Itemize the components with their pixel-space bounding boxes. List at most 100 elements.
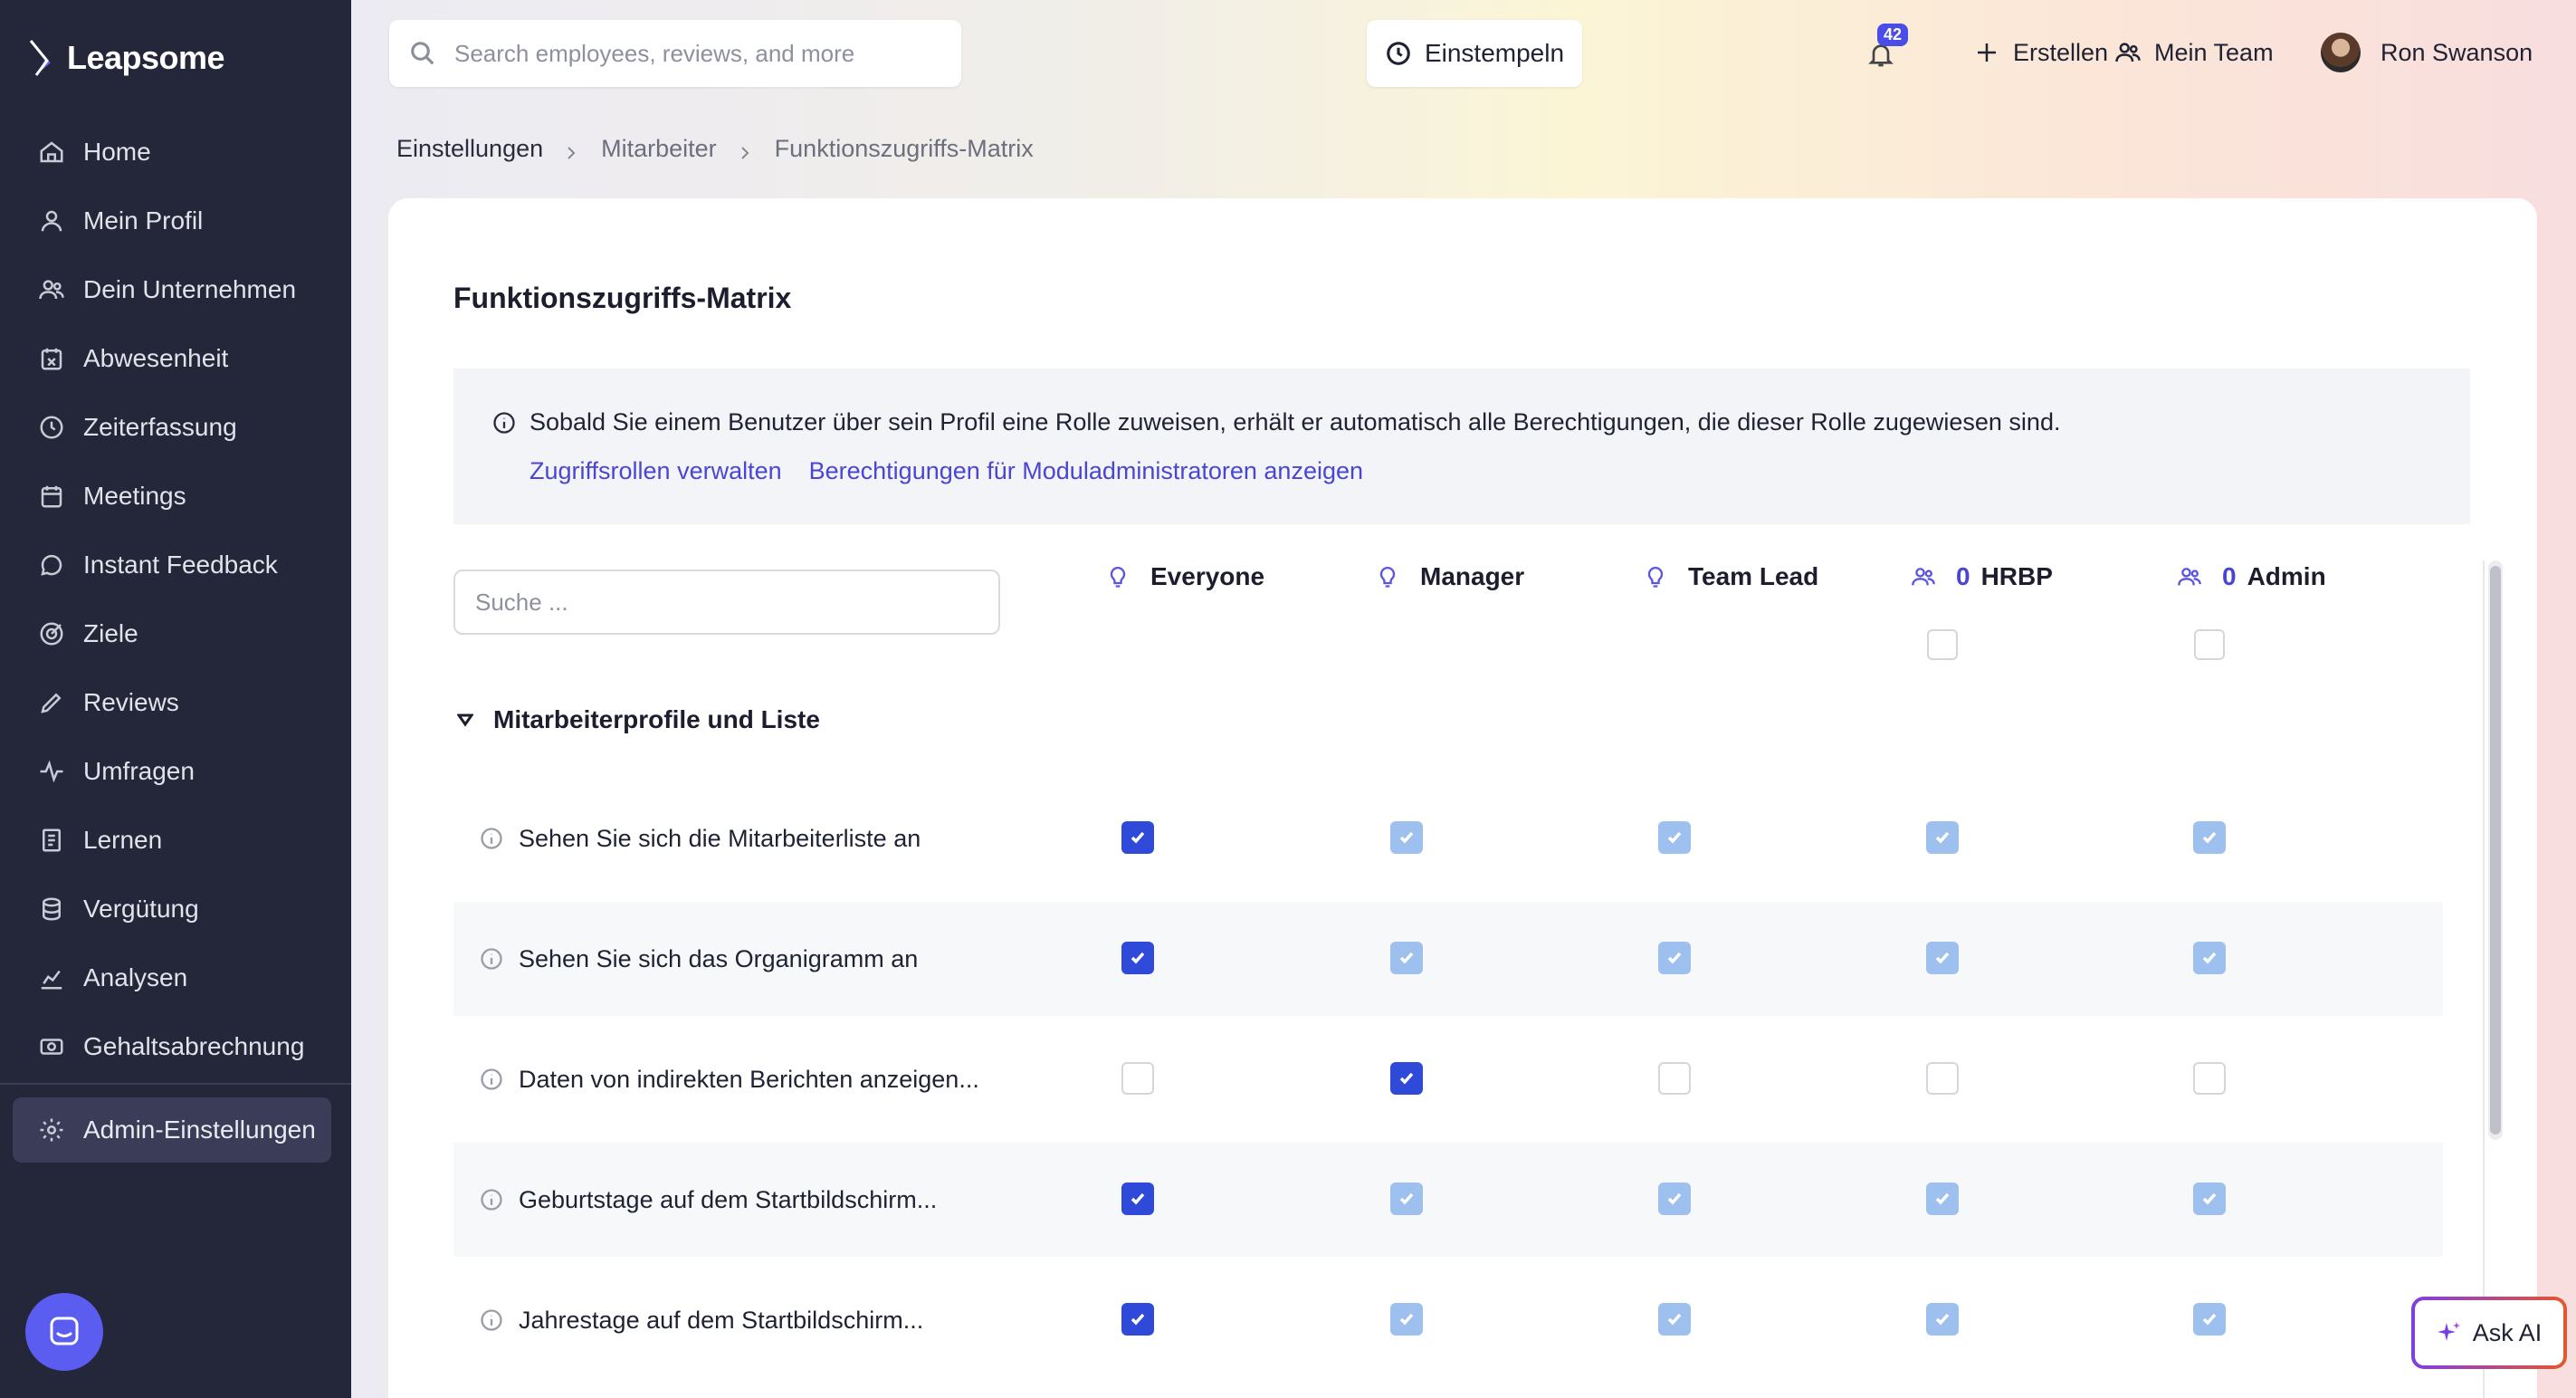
create-button[interactable]: Erstellen — [1973, 33, 2108, 72]
info-links: Zugriffsrollen verwalten Berechtigungen … — [530, 457, 1390, 485]
sidebar-item-label: Analysen — [83, 963, 188, 991]
sidebar-item-verg-tung[interactable]: Vergütung — [0, 875, 351, 943]
select-all-checkbox[interactable] — [1927, 629, 1958, 660]
permission-checkbox-team-lead[interactable] — [1658, 1303, 1691, 1336]
permission-checkbox-hrbp[interactable] — [1926, 1062, 1959, 1095]
permission-checkbox-hrbp[interactable] — [1926, 942, 1959, 974]
select-all-checkbox[interactable] — [2194, 629, 2225, 660]
column-name: HRBP — [1980, 562, 2053, 590]
sidebar-item-label: Vergütung — [83, 895, 199, 923]
my-team-button[interactable]: Mein Team — [2114, 33, 2274, 72]
module-admin-permissions-link[interactable]: Berechtigungen für Moduladministratoren … — [809, 457, 1363, 485]
info-icon[interactable] — [479, 1187, 504, 1212]
sidebar-item-meetings[interactable]: Meetings — [0, 462, 351, 531]
sidebar-item-admin-settings[interactable]: Admin-Einstellungen — [13, 1097, 331, 1163]
column-name: Manager — [1420, 562, 1525, 590]
global-search-input[interactable] — [454, 39, 961, 68]
calendar-icon — [36, 481, 67, 512]
permission-checkbox-hrbp[interactable] — [1926, 1183, 1959, 1215]
sidebar-item-zeiterfassung[interactable]: Zeiterfassung — [0, 393, 351, 462]
ask-ai-label: Ask AI — [2472, 1318, 2543, 1346]
matrix-search[interactable] — [453, 570, 1000, 635]
permission-checkbox-team-lead[interactable] — [1658, 1062, 1691, 1095]
chat-icon — [36, 550, 67, 580]
column-header-team-lead: Team Lead — [1643, 559, 1818, 595]
permission-checkbox-admin[interactable] — [2193, 1062, 2226, 1095]
info-icon[interactable] — [479, 1307, 504, 1333]
permission-checkbox-hrbp[interactable] — [1926, 1303, 1959, 1336]
manage-roles-link[interactable]: Zugriffsrollen verwalten — [530, 457, 782, 485]
leapsome-logo[interactable]: Leapsome — [27, 34, 225, 81]
notifications-badge: 42 — [1877, 24, 1909, 46]
sidebar-item-lernen[interactable]: Lernen — [0, 806, 351, 875]
pulse-icon — [36, 756, 67, 787]
clock-in-button[interactable]: Einstempeln — [1367, 20, 1582, 87]
matrix-card: Funktionszugriffs-Matrix Sobald Sie eine… — [388, 198, 2537, 1398]
table-row: Sehen Sie sich die Mitarbeiterliste an — [453, 781, 2443, 895]
permission-checkbox-everyone[interactable] — [1121, 1303, 1154, 1336]
main-area: Einstempeln 42 Erstellen Mein Team Ron S… — [351, 0, 2576, 1398]
pencil-icon — [36, 687, 67, 718]
sidebar-item-label: Reviews — [83, 688, 179, 716]
permission-checkbox-everyone[interactable] — [1121, 821, 1154, 854]
permission-checkbox-everyone[interactable] — [1121, 1062, 1154, 1095]
permission-text: Sehen Sie sich die Mitarbeiterliste an — [519, 824, 921, 852]
permission-checkbox-manager[interactable] — [1390, 1303, 1423, 1336]
sidebar-item-abwesenheit[interactable]: Abwesenheit — [0, 324, 351, 393]
permission-text: Sehen Sie sich das Organigramm an — [519, 944, 919, 972]
permission-checkbox-team-lead[interactable] — [1658, 942, 1691, 974]
breadcrumb-settings[interactable]: Einstellungen — [396, 135, 543, 163]
permission-checkbox-admin[interactable] — [2193, 1183, 2226, 1215]
info-icon[interactable] — [479, 1067, 504, 1092]
sidebar-item-dein-unternehmen[interactable]: Dein Unternehmen — [0, 255, 351, 324]
scrollbar-thumb[interactable] — [2490, 566, 2501, 1135]
permission-checkbox-manager[interactable] — [1390, 1062, 1423, 1095]
sidebar-item-mein-profil[interactable]: Mein Profil — [0, 187, 351, 255]
info-icon[interactable] — [479, 946, 504, 972]
permission-checkbox-admin[interactable] — [2193, 1303, 2226, 1336]
notifications-button[interactable]: 42 — [1861, 24, 1909, 72]
matrix-search-input[interactable] — [475, 588, 982, 617]
group-header-employee-profiles[interactable]: Mitarbeiterprofile und Liste — [453, 705, 820, 734]
clock-icon — [36, 412, 67, 443]
user-menu[interactable]: Ron Swanson — [2321, 33, 2533, 72]
permission-checkbox-manager[interactable] — [1390, 942, 1423, 974]
sidebar-item-instant-feedback[interactable]: Instant Feedback — [0, 531, 351, 599]
create-label: Erstellen — [2013, 38, 2109, 66]
bulb-icon — [1643, 564, 1688, 589]
leapsome-logo-icon — [29, 40, 51, 76]
permission-checkbox-manager[interactable] — [1390, 1183, 1423, 1215]
brand-name: Leapsome — [67, 39, 225, 76]
sidebar-item-analysen[interactable]: Analysen — [0, 943, 351, 1012]
users-icon — [2177, 564, 2222, 589]
permission-checkbox-hrbp[interactable] — [1926, 821, 1959, 854]
permission-checkbox-admin[interactable] — [2193, 942, 2226, 974]
sidebar-item-umfragen[interactable]: Umfragen — [0, 737, 351, 806]
home-icon — [36, 137, 67, 168]
breadcrumb-employees[interactable]: Mitarbeiter — [601, 135, 717, 163]
sidebar-item-gehaltsabrechnung[interactable]: Gehaltsabrechnung — [0, 1012, 351, 1081]
ask-ai-button[interactable]: Ask AI — [2411, 1297, 2567, 1369]
support-chat-button[interactable] — [25, 1293, 103, 1371]
permission-checkbox-everyone[interactable] — [1121, 1183, 1154, 1215]
sidebar-item-home[interactable]: Home — [0, 118, 351, 187]
permission-checkbox-manager[interactable] — [1390, 821, 1423, 854]
sidebar-item-reviews[interactable]: Reviews — [0, 668, 351, 737]
info-icon[interactable] — [479, 826, 504, 851]
permission-checkbox-team-lead[interactable] — [1658, 821, 1691, 854]
permission-checkbox-everyone[interactable] — [1121, 942, 1154, 974]
page-title: Funktionszugriffs-Matrix — [453, 282, 792, 314]
coins-icon — [36, 894, 67, 924]
users-icon — [1911, 564, 1956, 589]
group-title: Mitarbeiterprofile und Liste — [493, 705, 820, 733]
sidebar-item-label: Gehaltsabrechnung — [83, 1032, 305, 1060]
sidebar-item-ziele[interactable]: Ziele — [0, 599, 351, 668]
target-icon — [36, 618, 67, 649]
matrix-scrollbar[interactable] — [2488, 560, 2503, 1140]
sidebar-divider — [0, 1083, 351, 1085]
permission-checkbox-team-lead[interactable] — [1658, 1183, 1691, 1215]
chevron-right-icon — [737, 139, 755, 159]
global-search[interactable] — [389, 20, 961, 87]
permission-checkbox-admin[interactable] — [2193, 821, 2226, 854]
table-row: Geburtstage auf dem Startbildschirm... — [453, 1143, 2443, 1257]
